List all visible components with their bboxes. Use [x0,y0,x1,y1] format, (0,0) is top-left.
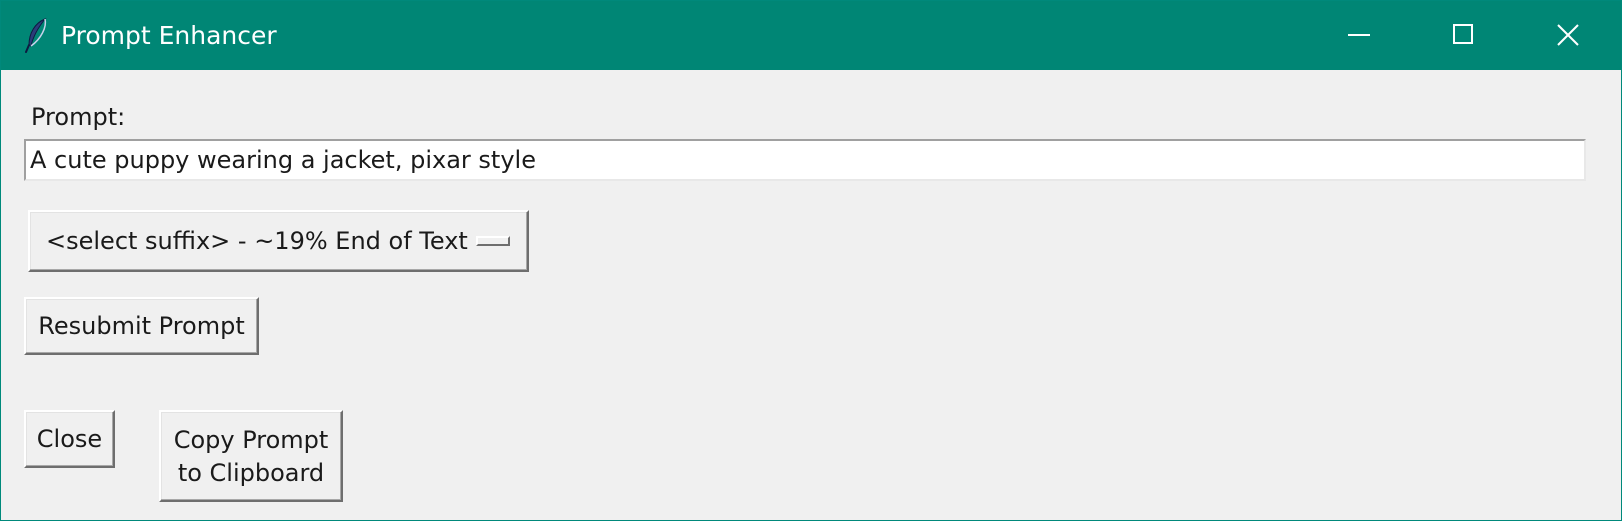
close-button-label: Close [36,425,103,453]
close-button[interactable]: Close [24,410,115,468]
prompt-enhancer-window: Prompt Enhancer Prompt: A cute puppy wea… [0,0,1622,521]
feather-icon [23,17,51,53]
copy-prompt-label-line1: Copy Prompt [173,426,329,454]
suffix-option-menu[interactable]: <select suffix> - ~19% End of Text [28,210,529,272]
copy-prompt-label-line2: to Clipboard [177,459,325,487]
prompt-label: Prompt: [31,103,126,131]
prompt-input[interactable] [24,139,1586,181]
copy-prompt-button[interactable]: Copy Prompt to Clipboard [159,410,343,502]
suffix-selected-value: <select suffix> - ~19% End of Text [46,227,468,255]
window-close-button[interactable] [1516,1,1621,70]
window-title: Prompt Enhancer [61,21,277,50]
maximize-button[interactable] [1411,1,1516,70]
resubmit-prompt-label: Resubmit Prompt [38,312,245,340]
option-menu-indicator-icon [476,236,510,246]
minimize-button[interactable] [1306,1,1411,70]
title-bar[interactable]: Prompt Enhancer [1,1,1621,70]
resubmit-prompt-button[interactable]: Resubmit Prompt [24,297,259,355]
